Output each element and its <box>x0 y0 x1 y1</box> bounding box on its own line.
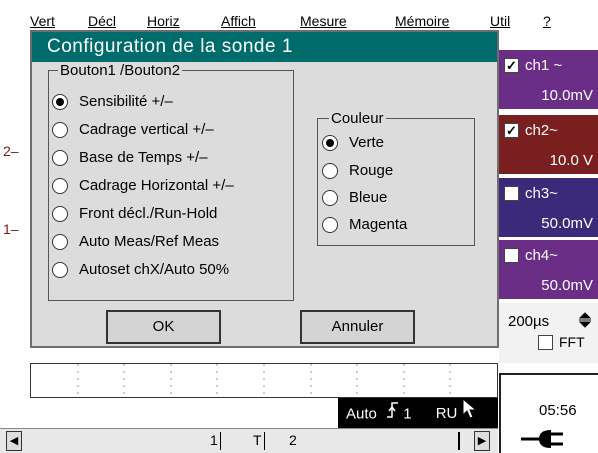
channel-3-header: ch3~ <box>499 178 598 210</box>
option-label: Bleue <box>349 189 388 206</box>
stepper-icon[interactable] <box>578 311 592 333</box>
cancel-button[interactable]: Annuler <box>300 310 415 344</box>
option-label: Front décl./Run-Hold <box>79 205 218 222</box>
menu-util[interactable]: Util <box>490 12 510 30</box>
right-arrow-icon[interactable]: ▶ <box>474 431 490 451</box>
trigger-source: 1 <box>403 405 412 423</box>
menu-decl[interactable]: Décl <box>88 12 116 30</box>
channel-4-box[interactable]: ch4~ 50.0mV <box>499 240 598 299</box>
channel-1-checkbox[interactable]: ✓ <box>504 58 519 73</box>
channel-2-marker: 2– <box>3 143 19 159</box>
option-label: Autoset chX/Auto 50% <box>79 261 230 278</box>
radio-button[interactable] <box>52 150 68 166</box>
channel-2-sensitivity: 10.0 V <box>499 147 598 174</box>
timebase-value[interactable]: 200µs <box>508 313 549 330</box>
channel-2-header: ✓ ch2~ <box>499 115 598 147</box>
menu-memoire[interactable]: Mémoire <box>395 12 449 30</box>
channel-3-checkbox[interactable] <box>504 186 519 201</box>
radio-button[interactable] <box>52 94 68 110</box>
menu-help[interactable]: ? <box>543 12 551 30</box>
left-arrow-icon[interactable]: ◀ <box>6 431 22 451</box>
option-label: Magenta <box>349 216 408 233</box>
channel-3-box[interactable]: ch3~ 50.0mV <box>499 178 598 237</box>
marker-trigger: T <box>253 432 262 448</box>
status-panel: 05:56 <box>499 373 598 453</box>
marker-2: 2 <box>289 432 297 448</box>
option-label: Cadrage vertical +/– <box>79 121 214 138</box>
radio-button[interactable] <box>52 262 68 278</box>
radio-button[interactable] <box>322 190 338 206</box>
mouse-cursor-icon <box>462 397 478 431</box>
rising-edge-icon <box>387 400 399 430</box>
radio-button[interactable] <box>322 217 338 233</box>
option-label: Rouge <box>349 162 394 179</box>
trigger-mode: Auto <box>346 405 377 423</box>
run-state: RU <box>435 405 458 423</box>
channel-2-box[interactable]: ✓ ch2~ 10.0 V <box>499 115 598 174</box>
option-label: Base de Temps +/– <box>79 149 208 166</box>
option-label: Sensibilité +/– <box>79 93 173 110</box>
channel-4-name: ch4~ <box>525 247 558 264</box>
channel-2-checkbox[interactable]: ✓ <box>504 123 519 138</box>
channel-2-name: ch2~ <box>525 122 558 139</box>
radio-button[interactable] <box>52 178 68 194</box>
option-label: Auto Meas/Ref Meas <box>79 233 220 250</box>
channel-3-sensitivity: 50.0mV <box>499 210 598 237</box>
menu-affich[interactable]: Affich <box>221 12 256 30</box>
menu-vert[interactable]: Vert <box>30 12 55 30</box>
channel-1-header: ✓ ch1 ~ <box>499 50 598 82</box>
fft-label: FFT <box>559 334 585 350</box>
marker-divider <box>264 432 265 450</box>
probe-config-dialog: Configuration de la sonde 1 Bouton1 /Bou… <box>30 30 499 348</box>
clock: 05:56 <box>539 402 577 419</box>
menu-horiz[interactable]: Horiz <box>147 12 180 30</box>
menu-mesure[interactable]: Mesure <box>300 12 347 30</box>
color-group-legend: Couleur <box>329 110 386 127</box>
dialog-title: Configuration de la sonde 1 <box>32 32 497 62</box>
channel-4-sensitivity: 50.0mV <box>499 272 598 299</box>
radio-button[interactable] <box>52 122 68 138</box>
channel-1-sensitivity: 10.0mV <box>499 82 598 109</box>
timebase-panel: 200µs FFT <box>499 303 598 363</box>
scroll-thumb[interactable] <box>458 432 460 450</box>
channel-4-checkbox[interactable] <box>504 248 519 263</box>
channel-3-name: ch3~ <box>525 185 558 202</box>
radio-button[interactable] <box>52 206 68 222</box>
radio-button[interactable] <box>52 234 68 250</box>
trigger-status: Auto 1 RU <box>338 397 498 431</box>
marker-divider <box>220 432 221 450</box>
marker-1: 1 <box>210 432 218 448</box>
option-label: Verte <box>349 134 385 151</box>
power-plug-icon <box>519 427 579 451</box>
waveform-overview <box>30 363 498 398</box>
channel-1-box[interactable]: ✓ ch1 ~ 10.0mV <box>499 50 598 109</box>
channel-4-header: ch4~ <box>499 240 598 272</box>
ok-button[interactable]: OK <box>106 310 221 344</box>
radio-button[interactable] <box>322 163 338 179</box>
button-group-legend: Bouton1 /Bouton2 <box>58 62 183 79</box>
channel-1-marker: 1– <box>3 221 19 237</box>
option-label: Cadrage Horizontal +/– <box>79 177 234 194</box>
channel-1-name: ch1 ~ <box>525 57 563 74</box>
radio-button[interactable] <box>322 135 338 151</box>
menu-bar: Vert Décl Horiz Affich Mesure Mémoire Ut… <box>0 0 598 30</box>
fft-checkbox[interactable] <box>538 335 553 350</box>
horizontal-scrollbar[interactable]: ◀ 1 T 2 ▶ <box>0 428 498 453</box>
